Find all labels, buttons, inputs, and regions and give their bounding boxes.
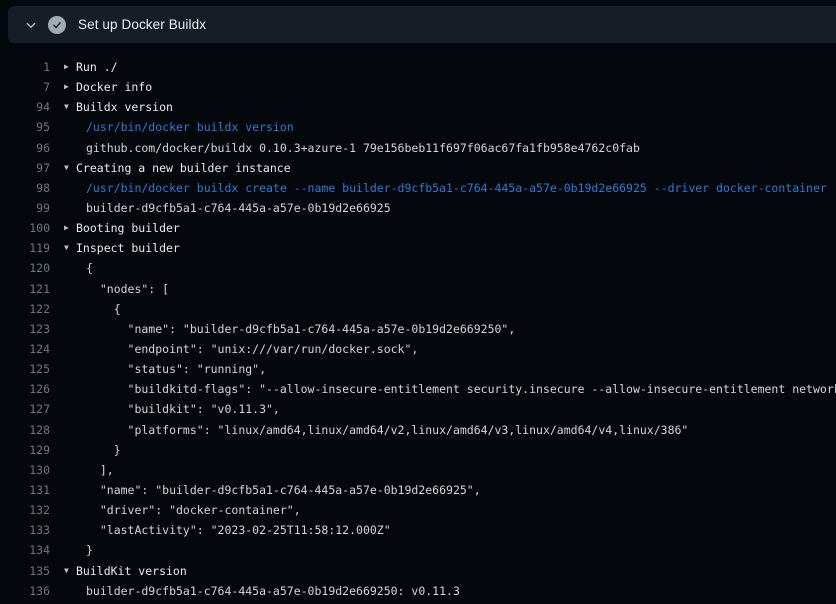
group-title: Buildx version: [76, 100, 173, 114]
line-number[interactable]: 126: [0, 379, 50, 399]
line-number[interactable]: 134: [0, 540, 50, 560]
log-group-row[interactable]: 94 ▼Buildx version: [0, 97, 836, 117]
group-title: Booting builder: [76, 221, 180, 235]
line-number[interactable]: 135: [0, 561, 50, 581]
log-row: 132 "driver": "docker-container",: [0, 500, 836, 520]
output-text: "buildkitd-flags": "--allow-insecure-ent…: [50, 379, 836, 399]
expand-icon[interactable]: ▶: [64, 57, 76, 77]
log-row: 130 ],: [0, 460, 836, 480]
group-title: Docker info: [76, 80, 152, 94]
output-text: "platforms": "linux/amd64,linux/amd64/v2…: [50, 420, 688, 440]
line-number[interactable]: 119: [0, 238, 50, 258]
group-title: BuildKit version: [76, 564, 187, 578]
log-group-row[interactable]: 1 ▶Run ./: [0, 57, 836, 77]
log-row: 127 "buildkit": "v0.11.3",: [0, 399, 836, 419]
collapse-icon[interactable]: ▼: [64, 238, 76, 258]
line-number[interactable]: 129: [0, 440, 50, 460]
line-number[interactable]: 95: [0, 117, 50, 137]
output-text: {: [50, 299, 121, 319]
collapse-icon[interactable]: ▼: [64, 158, 76, 178]
log-row: 131 "name": "builder-d9cfb5a1-c764-445a-…: [0, 480, 836, 500]
log-row: 122 {: [0, 299, 836, 319]
line-number[interactable]: 97: [0, 158, 50, 178]
output-text: "lastActivity": "2023-02-25T11:58:12.000…: [50, 520, 391, 540]
log-row: 128 "platforms": "linux/amd64,linux/amd6…: [0, 420, 836, 440]
output-text: builder-d9cfb5a1-c764-445a-a57e-0b19d2e6…: [50, 581, 460, 601]
line-number[interactable]: 1: [0, 57, 50, 77]
log-row: 121 "nodes": [: [0, 279, 836, 299]
log-row: 95/usr/bin/docker buildx version: [0, 117, 836, 137]
group-title: Run ./: [76, 60, 118, 74]
output-text: {: [50, 258, 93, 278]
line-number[interactable]: 130: [0, 460, 50, 480]
line-number[interactable]: 127: [0, 399, 50, 419]
check-circle-icon: [48, 16, 66, 34]
output-text: builder-d9cfb5a1-c764-445a-a57e-0b19d2e6…: [50, 198, 391, 218]
line-number[interactable]: 128: [0, 420, 50, 440]
collapse-icon[interactable]: ▼: [64, 97, 76, 117]
line-number[interactable]: 133: [0, 520, 50, 540]
log-row: 120{: [0, 258, 836, 278]
command-text: /usr/bin/docker buildx create --name bui…: [50, 178, 827, 198]
log-row: 134}: [0, 540, 836, 560]
output-text: "endpoint": "unix:///var/run/docker.sock…: [50, 339, 418, 359]
log-group-row[interactable]: 119 ▼Inspect builder: [0, 238, 836, 258]
line-number[interactable]: 7: [0, 77, 50, 97]
line-number[interactable]: 96: [0, 138, 50, 158]
output-text: }: [50, 540, 93, 560]
log-row: 125 "status": "running",: [0, 359, 836, 379]
expand-icon[interactable]: ▶: [64, 77, 76, 97]
step-header[interactable]: Set up Docker Buildx: [8, 6, 836, 43]
output-text: }: [50, 440, 121, 460]
group-title: Creating a new builder instance: [76, 161, 291, 175]
line-number[interactable]: 124: [0, 339, 50, 359]
line-number[interactable]: 122: [0, 299, 50, 319]
log-row: 129 }: [0, 440, 836, 460]
step-title: Set up Docker Buildx: [78, 17, 206, 32]
line-number[interactable]: 120: [0, 258, 50, 278]
line-number[interactable]: 123: [0, 319, 50, 339]
group-title: Inspect builder: [76, 241, 180, 255]
line-number[interactable]: 132: [0, 500, 50, 520]
log-group-row[interactable]: 100 ▶Booting builder: [0, 218, 836, 238]
line-number[interactable]: 99: [0, 198, 50, 218]
line-number[interactable]: 131: [0, 480, 50, 500]
output-text: "nodes": [: [50, 279, 169, 299]
log-group-row[interactable]: 97 ▼Creating a new builder instance: [0, 158, 836, 178]
line-number[interactable]: 100: [0, 218, 50, 238]
collapse-icon[interactable]: ▼: [64, 561, 76, 581]
output-text: "buildkit": "v0.11.3",: [50, 399, 280, 419]
line-number[interactable]: 136: [0, 581, 50, 601]
chevron-down-icon[interactable]: [24, 18, 38, 32]
log-row: 96github.com/docker/buildx 0.10.3+azure-…: [0, 138, 836, 158]
line-number[interactable]: 98: [0, 178, 50, 198]
expand-icon[interactable]: ▶: [64, 218, 76, 238]
log-row: 99builder-d9cfb5a1-c764-445a-a57e-0b19d2…: [0, 198, 836, 218]
log-row: 123 "name": "builder-d9cfb5a1-c764-445a-…: [0, 319, 836, 339]
log-group-row[interactable]: 135 ▼BuildKit version: [0, 561, 836, 581]
command-text: /usr/bin/docker buildx version: [50, 117, 294, 137]
output-text: "status": "running",: [50, 359, 266, 379]
output-text: "driver": "docker-container",: [50, 500, 301, 520]
log-row: 133 "lastActivity": "2023-02-25T11:58:12…: [0, 520, 836, 540]
log-row: 124 "endpoint": "unix:///var/run/docker.…: [0, 339, 836, 359]
log-row: 126 "buildkitd-flags": "--allow-insecure…: [0, 379, 836, 399]
line-number[interactable]: 94: [0, 97, 50, 117]
output-text: github.com/docker/buildx 0.10.3+azure-1 …: [50, 138, 640, 158]
log-row: 136builder-d9cfb5a1-c764-445a-a57e-0b19d…: [0, 581, 836, 601]
line-number[interactable]: 125: [0, 359, 50, 379]
log-group-row[interactable]: 7 ▶Docker info: [0, 77, 836, 97]
output-text: "name": "builder-d9cfb5a1-c764-445a-a57e…: [50, 319, 515, 339]
log-row: 98/usr/bin/docker buildx create --name b…: [0, 178, 836, 198]
output-text: ],: [50, 460, 114, 480]
output-text: "name": "builder-d9cfb5a1-c764-445a-a57e…: [50, 480, 481, 500]
line-number[interactable]: 121: [0, 279, 50, 299]
log-area: 1▶Run ./7▶Docker info94▼Buildx version95…: [0, 47, 836, 601]
